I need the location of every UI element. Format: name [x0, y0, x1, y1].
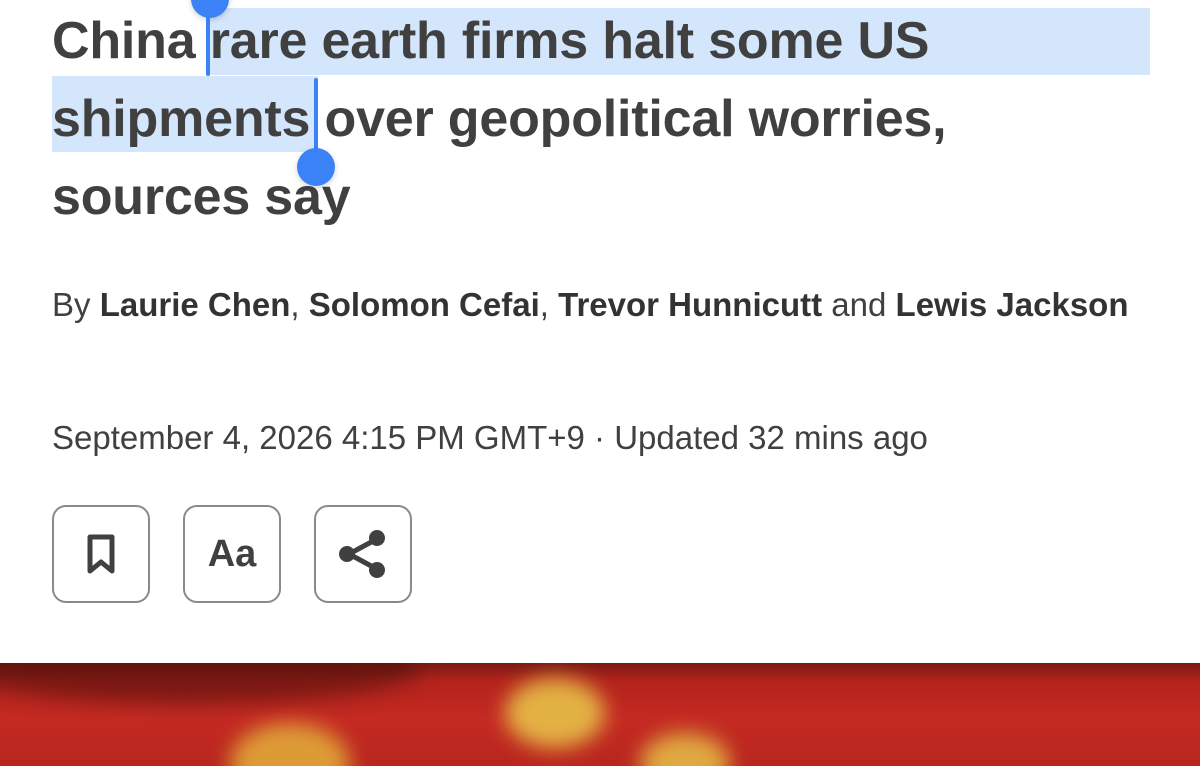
byline-prefix: By: [52, 286, 100, 323]
article-headline[interactable]: China rare earth firms halt some US ship…: [52, 2, 1152, 236]
flag-star-glow: [230, 723, 350, 766]
selection-end-caret: [314, 78, 318, 154]
headline-text-selected[interactable]: shipments: [52, 90, 310, 148]
article-dateline: September 4, 2026 4:15 PM GMT+9 · Update…: [52, 412, 928, 464]
flag-shadow: [0, 663, 420, 703]
share-button[interactable]: [314, 505, 412, 603]
article-byline: By Laurie Chen, Solomon Cefai, Trevor Hu…: [52, 276, 1132, 334]
headline-line-3: sources say: [52, 168, 351, 226]
author-link[interactable]: Solomon Cefai: [309, 286, 540, 323]
headline-text-unselected: China: [52, 12, 210, 70]
byline-separator: ,: [290, 286, 309, 323]
byline-separator: ,: [539, 286, 559, 323]
byline-conjunction: and: [822, 286, 896, 323]
author-link[interactable]: Trevor Hunnicutt: [558, 286, 822, 323]
headline-line-2: shipments over geopolitical worries,: [52, 80, 1152, 158]
author-link[interactable]: Laurie Chen: [100, 286, 291, 323]
flag-star-glow: [640, 733, 730, 766]
dateline-separator: ·: [584, 419, 615, 456]
selection-end-handle[interactable]: [297, 148, 335, 186]
share-icon: [339, 530, 385, 578]
text-size-label: Aa: [207, 532, 257, 575]
headline-text-selected[interactable]: rare earth firms halt some US: [210, 12, 930, 70]
flag-star-glow: [505, 678, 605, 748]
author-link[interactable]: Lewis Jackson: [896, 286, 1129, 323]
article-hero-image[interactable]: [0, 663, 1200, 766]
headline-text-unselected: over geopolitical worries,: [310, 90, 947, 148]
updated-timestamp: Updated 32 mins ago: [614, 419, 928, 456]
published-timestamp: September 4, 2026 4:15 PM GMT+9: [52, 419, 585, 456]
bookmark-button[interactable]: [52, 505, 150, 603]
selection-start-caret: [206, 8, 210, 76]
text-size-button[interactable]: Aa: [183, 505, 281, 603]
bookmark-icon: [87, 534, 115, 574]
